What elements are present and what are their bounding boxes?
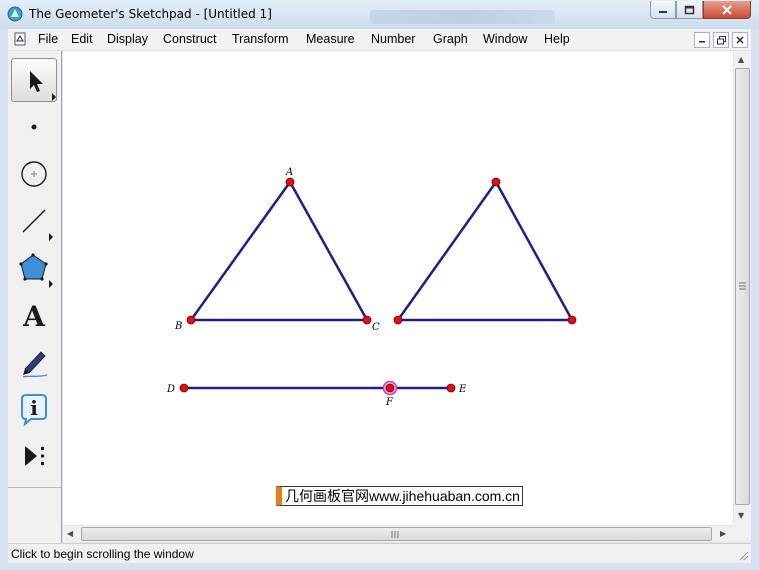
menu-measure[interactable]: Measure (306, 32, 355, 46)
segment-AB[interactable] (189, 181, 292, 321)
svg-text:i: i (30, 396, 38, 420)
maximize-button[interactable] (676, 1, 703, 19)
scroll-right-arrow-icon[interactable]: ▶ (720, 529, 726, 539)
doc-close-button[interactable] (732, 32, 748, 48)
window-title: The Geometer's Sketchpad - [Untitled 1] (29, 7, 272, 21)
close-icon (722, 4, 732, 15)
menu-transform[interactable]: Transform (232, 32, 289, 46)
point-icon (31, 124, 37, 130)
scroll-down-arrow-icon[interactable]: ▼ (738, 511, 744, 521)
svg-text:A: A (22, 300, 46, 333)
title-bar-blurred-region (370, 10, 555, 24)
minimize-button[interactable] (650, 1, 676, 19)
sketch-canvas[interactable]: A B C D E F (63, 51, 733, 525)
straightedge-tool[interactable] (11, 199, 57, 243)
label-D[interactable]: D (166, 384, 175, 395)
doc-restore-button[interactable] (713, 32, 729, 48)
compass-tool[interactable] (11, 152, 57, 196)
scrollbar-corner (733, 525, 751, 542)
sketchpad-app-icon (7, 6, 23, 22)
menu-help[interactable]: Help (544, 32, 570, 46)
polygon-tool[interactable] (11, 246, 57, 290)
minimize-icon (659, 10, 667, 13)
title-bar[interactable]: The Geometer's Sketchpad - [Untitled 1] (0, 0, 759, 29)
window-frame-right (751, 29, 759, 570)
window-frame-left (0, 29, 8, 570)
horizontal-scrollbar[interactable]: ◀ ▶ (63, 525, 733, 542)
document-icon[interactable] (13, 32, 27, 46)
menu-number[interactable]: Number (371, 32, 415, 46)
point-tri2-left[interactable] (393, 315, 403, 325)
information-tool[interactable]: i (11, 387, 57, 431)
label-B[interactable]: B (174, 321, 182, 332)
vertical-scrollbar[interactable]: ▲ ▼ (733, 51, 751, 525)
vertical-scroll-thumb[interactable] (735, 68, 750, 505)
restore-icon (684, 5, 695, 14)
point-tool[interactable] (11, 105, 57, 149)
sketch-drawing[interactable]: A B C D E F (63, 51, 733, 525)
minimize-icon (699, 41, 705, 43)
horizontal-scroll-thumb[interactable] (81, 527, 712, 541)
point-E[interactable] (446, 383, 456, 393)
polygon-icon (19, 253, 53, 288)
close-icon (736, 36, 744, 44)
toolbox-divider (8, 487, 61, 488)
custom-tool-play-icon (25, 446, 44, 466)
menu-window[interactable]: Window (483, 32, 527, 46)
text-A-icon: A (22, 300, 46, 333)
menu-edit[interactable]: Edit (71, 32, 93, 46)
window-frame-bottom (0, 563, 759, 570)
menu-display[interactable]: Display (107, 32, 148, 46)
circle-icon (21, 161, 47, 187)
menu-construct[interactable]: Construct (163, 32, 217, 46)
scroll-up-arrow-icon[interactable]: ▲ (738, 55, 744, 65)
label-A[interactable]: A (285, 167, 293, 178)
info-icon: i (21, 394, 47, 427)
segment-AC[interactable] (288, 181, 369, 321)
status-text: Click to begin scrolling the window (11, 547, 194, 561)
grip-icon (391, 531, 399, 538)
custom-tool[interactable] (11, 434, 57, 478)
segment-icon (22, 209, 53, 241)
toolbox: A i (8, 51, 62, 543)
doc-minimize-button[interactable] (694, 32, 710, 48)
segment-tri2-left[interactable] (396, 181, 498, 321)
marker-tool[interactable] (11, 340, 57, 384)
arrow-select-icon (30, 71, 56, 101)
point-C[interactable] (362, 315, 372, 325)
label-E[interactable]: E (458, 384, 467, 395)
scroll-left-arrow-icon[interactable]: ◀ (67, 529, 73, 539)
arrow-tool[interactable] (11, 58, 57, 102)
website-watermark: 几何画板官网www.jihehuaban.com.cn (276, 486, 523, 506)
close-button[interactable] (703, 1, 751, 19)
point-F[interactable] (385, 383, 395, 393)
point-A[interactable] (285, 177, 295, 187)
text-tool[interactable]: A (11, 293, 57, 337)
status-bar: Click to begin scrolling the window (8, 543, 751, 563)
point-tri2-right[interactable] (567, 315, 577, 325)
marker-pen-icon (22, 351, 48, 378)
menu-bar: File Edit Display Construct Transform Me… (8, 29, 751, 51)
point-D[interactable] (179, 383, 189, 393)
menu-file[interactable]: File (38, 32, 58, 46)
menu-graph[interactable]: Graph (433, 32, 468, 46)
label-F[interactable]: F (385, 397, 394, 408)
resize-grip-icon[interactable] (737, 549, 749, 561)
label-C[interactable]: C (372, 322, 380, 333)
point-tri2-top[interactable] (491, 177, 501, 187)
segment-tri2-right[interactable] (494, 181, 574, 321)
point-B[interactable] (186, 315, 196, 325)
grip-icon (739, 282, 746, 290)
restore-icon (716, 35, 726, 44)
